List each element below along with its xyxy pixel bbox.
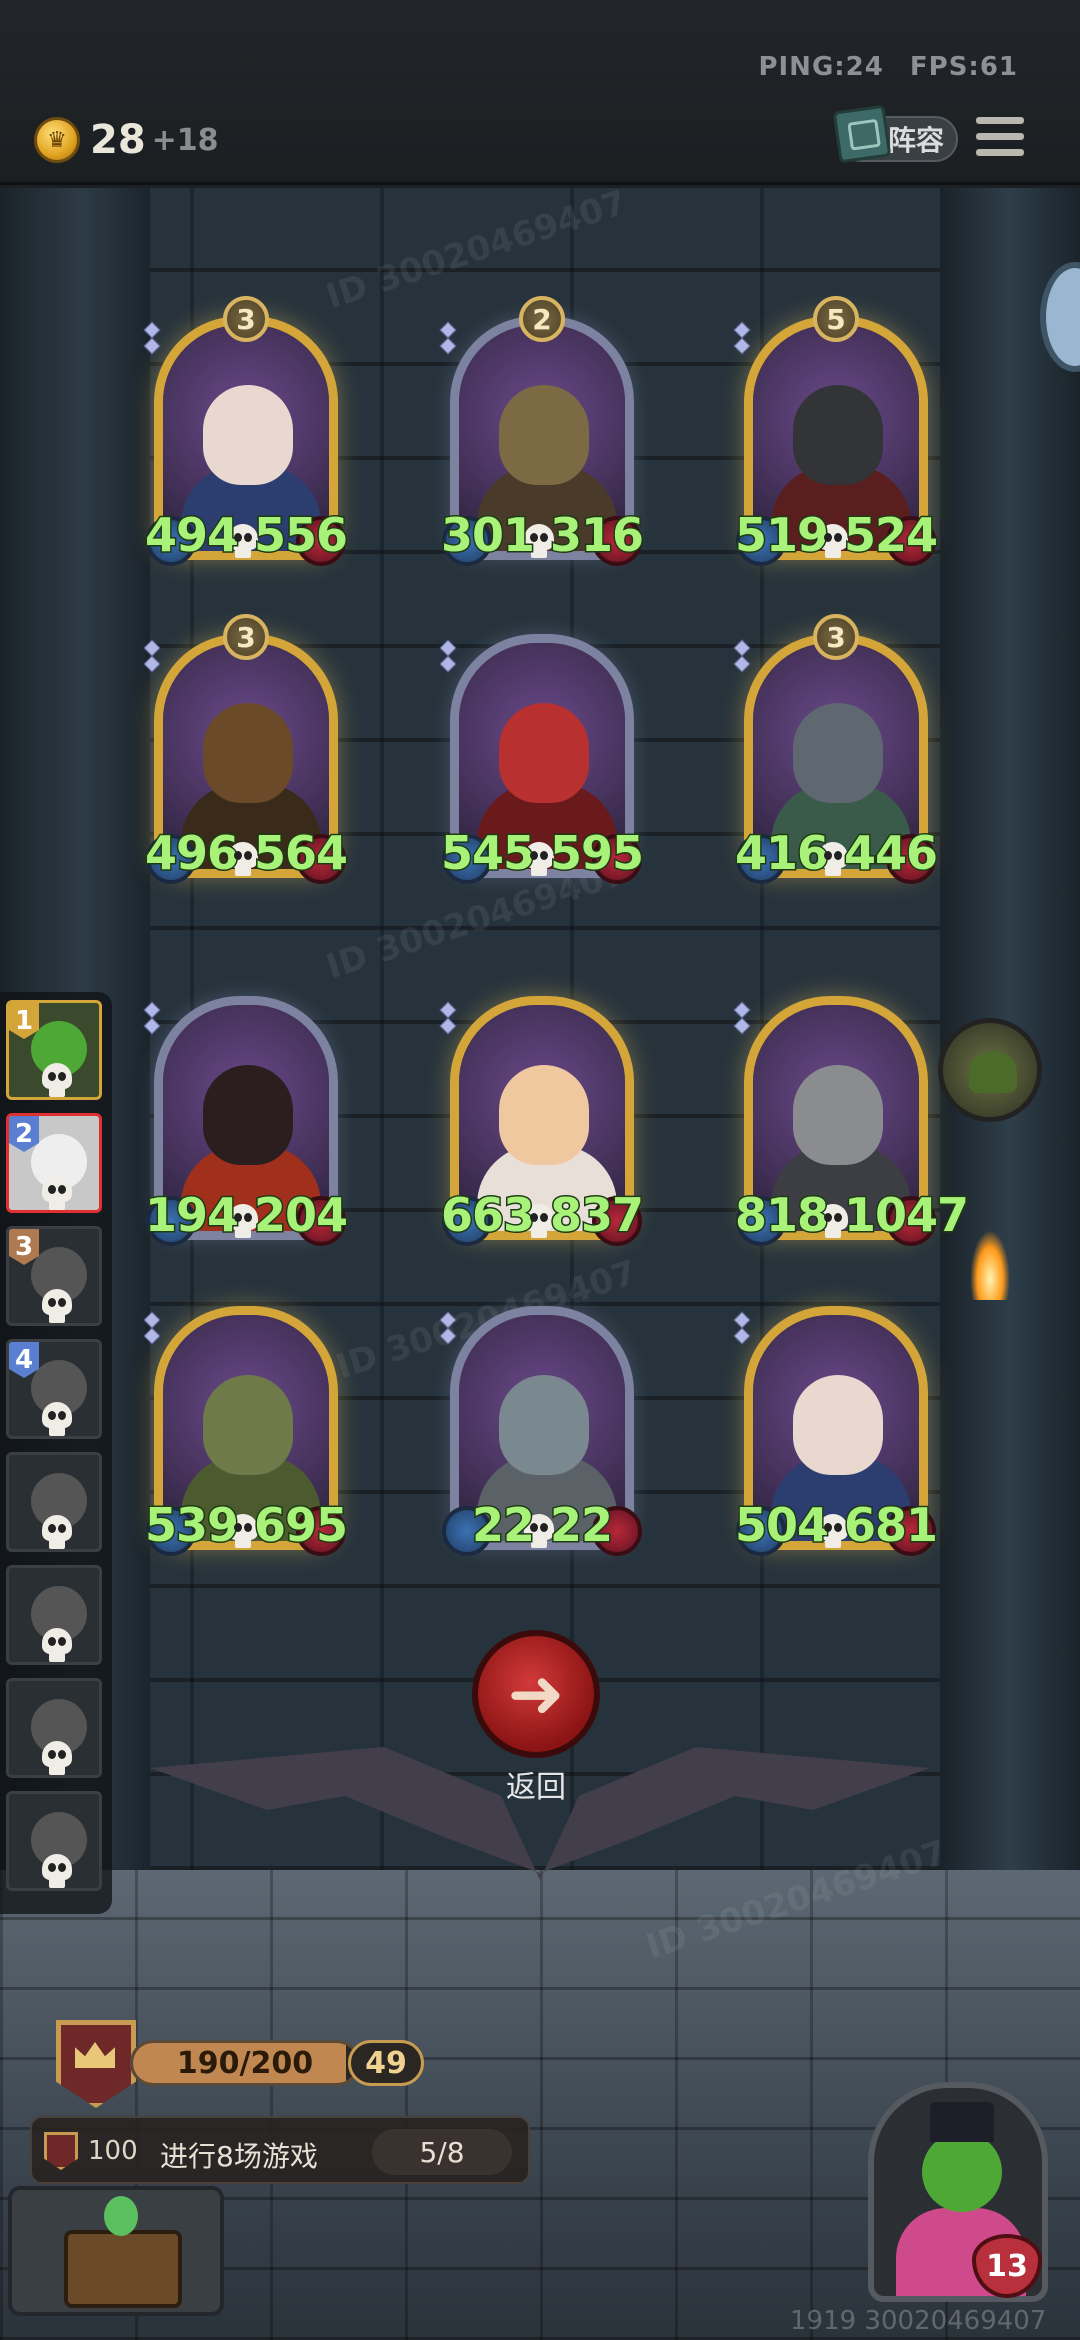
roster-slot[interactable]: 3 [6, 1226, 102, 1326]
health-value: 556 [252, 507, 349, 564]
tier-badge: 5 [813, 296, 859, 342]
skull-icon [40, 1515, 74, 1549]
side-token-icon[interactable] [938, 1018, 1042, 1122]
attack-value: 416 [733, 825, 830, 882]
gold-income: +18 [151, 122, 219, 158]
gem-icons [439, 639, 457, 673]
health-value: 695 [252, 1497, 349, 1554]
level-badge: 49 [348, 2040, 424, 2086]
attack-value: 504 [733, 1497, 830, 1554]
skull-icon [40, 1063, 74, 1097]
health-value: 564 [252, 825, 349, 882]
attack-value: 818 [733, 1187, 830, 1244]
attack-value: 494 [143, 507, 240, 564]
skull-icon [40, 1289, 74, 1323]
gem-icons [733, 639, 751, 673]
gem-icons [439, 321, 457, 355]
skull-icon [40, 1402, 74, 1436]
tier-badge: 2 [519, 296, 565, 342]
chest-icon[interactable] [8, 2186, 224, 2316]
attack-value: 496 [143, 825, 240, 882]
minion-card[interactable]: 539 695 [143, 1300, 350, 1570]
attack-value: 663 [439, 1187, 536, 1244]
tier-badge: 3 [223, 296, 269, 342]
top-bar: PING:24 FPS:61 ♛ 28 +18 阵容 [0, 0, 1080, 185]
minion-card[interactable]: 194 204 [143, 990, 350, 1260]
menu-icon[interactable] [976, 112, 1024, 160]
gold-counter: ♛ 28 +18 [34, 115, 219, 165]
tier-badge: 3 [223, 614, 269, 660]
health-value: 1047 [842, 1187, 970, 1244]
quest-points: 100 [88, 2136, 138, 2166]
health-value: 524 [842, 507, 939, 564]
gem-icons [439, 1311, 457, 1345]
attack-value: 22 [470, 1497, 536, 1554]
ping-readout: PING:24 [758, 52, 884, 82]
hero-health-value: 13 [986, 2248, 1028, 2284]
player-roster: 1 2 3 4 [0, 992, 112, 1914]
minion-card[interactable]: 818 1047 [733, 990, 971, 1260]
health-value: 316 [548, 507, 645, 564]
xp-bar: 190/200 [130, 2040, 360, 2086]
book-icon[interactable] [832, 104, 892, 164]
back-button[interactable]: ➜ [472, 1630, 600, 1758]
skull-icon [40, 1628, 74, 1662]
quest-shield-icon [44, 2132, 78, 2170]
minion-card[interactable]: 663 837 [439, 990, 646, 1260]
health-value: 204 [252, 1187, 349, 1244]
skull-icon [40, 1741, 74, 1775]
attack-value: 301 [439, 507, 536, 564]
minion-card[interactable]: 22 22 [439, 1300, 646, 1570]
arrow-left-icon: ➜ [507, 1654, 565, 1734]
gem-icons [439, 1001, 457, 1035]
network-stats: PING:24 FPS:61 [758, 52, 1018, 82]
attack-value: 519 [733, 507, 830, 564]
gold-coin-icon: ♛ [34, 117, 80, 163]
gem-icons [733, 321, 751, 355]
tier-badge: 3 [813, 614, 859, 660]
gem-icons [733, 1001, 751, 1035]
attack-value: 545 [439, 825, 536, 882]
xp-text: 190/200 [176, 2045, 314, 2081]
roster-slot[interactable] [6, 1791, 102, 1891]
minion-card[interactable]: 545 595 [439, 628, 646, 898]
health-value: 22 [548, 1497, 614, 1554]
health-value: 681 [842, 1497, 939, 1554]
minion-card[interactable]: 2 301 316 [439, 296, 646, 580]
minion-card[interactable]: 3 494 556 [143, 296, 350, 580]
health-value: 595 [548, 825, 645, 882]
minion-card[interactable]: 3 416 446 [733, 614, 940, 898]
roster-slot[interactable] [6, 1565, 102, 1665]
gem-icons [143, 1311, 161, 1345]
skull-icon [40, 1176, 74, 1210]
attack-value: 539 [143, 1497, 240, 1554]
minion-card[interactable]: 3 496 564 [143, 614, 350, 898]
roster-slot[interactable] [6, 1452, 102, 1552]
gem-icons [143, 1001, 161, 1035]
gold-value: 28 [90, 117, 146, 163]
attack-value: 194 [143, 1187, 240, 1244]
health-value: 446 [842, 825, 939, 882]
footer-id: 1919 30020469407 [790, 2306, 1047, 2336]
quest-text: 进行8场游戏 [160, 2140, 318, 2173]
gem-icons [143, 639, 161, 673]
back-label: 返回 [506, 1770, 566, 1805]
torch-flame [970, 1230, 1010, 1300]
level-progress: 190/200 49 [56, 2020, 436, 2108]
roster-slot[interactable]: 4 [6, 1339, 102, 1439]
quest-progress: 5/8 [372, 2129, 512, 2175]
quest-panel[interactable]: 100 进行8场游戏 5/8 [30, 2116, 530, 2184]
gem-icons [143, 321, 161, 355]
health-value: 837 [548, 1187, 645, 1244]
minion-card[interactable]: 5 519 524 [733, 296, 940, 580]
fps-readout: FPS:61 [909, 52, 1018, 82]
gem-icons [733, 1311, 751, 1345]
roster-slot[interactable] [6, 1678, 102, 1778]
roster-slot[interactable]: 2 [6, 1113, 102, 1213]
roster-slot[interactable]: 1 [6, 1000, 102, 1100]
lineup-label: 阵容 [887, 124, 944, 157]
skull-icon [40, 1854, 74, 1888]
minion-card[interactable]: 504 681 [733, 1300, 940, 1570]
